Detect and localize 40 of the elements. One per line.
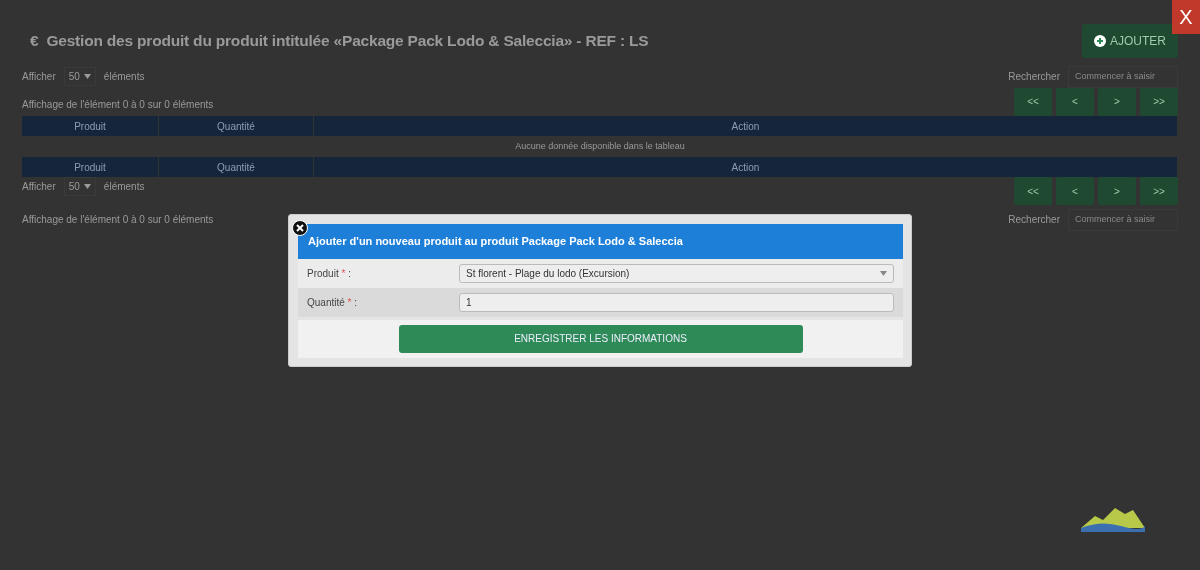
- pagination-button[interactable]: <<: [1014, 87, 1052, 116]
- column-header[interactable]: Produit: [22, 115, 159, 136]
- close-icon[interactable]: [292, 220, 308, 236]
- pagination-button[interactable]: >>: [1140, 87, 1178, 116]
- page-title: Gestion des produit du produit intitulée «Package Pack Lodo & Saleccia» - REF : LS: [46, 31, 649, 52]
- column-header[interactable]: Quantité: [159, 157, 314, 177]
- mountain-logo-icon: [1081, 506, 1145, 532]
- length-label: Afficher: [22, 180, 56, 194]
- save-button[interactable]: ENREGISTRER LES INFORMATIONS: [398, 324, 803, 353]
- pagination-button[interactable]: <: [1056, 177, 1094, 205]
- field-label: Quantité * :: [307, 295, 359, 310]
- modal-title: Ajouter d'un nouveau produit au produit Package Pack Lodo & Saleccia: [298, 224, 903, 259]
- page-length-select[interactable]: 50: [63, 177, 96, 196]
- length-label: Afficher: [22, 70, 56, 85]
- pagination-button[interactable]: >: [1098, 87, 1136, 116]
- euro-icon: €: [30, 29, 39, 53]
- search-field[interactable]: Commencer à saisir: [1068, 209, 1178, 231]
- quantity-input[interactable]: 1: [459, 292, 894, 312]
- field-label: Produit * :: [307, 266, 352, 281]
- product-select[interactable]: St florent - Plage du lodo (Excursion): [459, 263, 894, 283]
- caret-icon: [83, 74, 91, 80]
- pagination-button[interactable]: <: [1056, 87, 1094, 116]
- search-label: Rechercher: [1008, 70, 1060, 85]
- table-info: Affichage de l'élément 0 à 0 sur 0 éléments: [22, 97, 214, 112]
- search-field[interactable]: Commencer à saisir: [1068, 66, 1178, 88]
- caret-icon: [83, 184, 91, 189]
- close-button[interactable]: X: [1172, 0, 1200, 34]
- caret-icon: [880, 270, 887, 276]
- pagination-button[interactable]: >>: [1140, 177, 1178, 205]
- page-length-select[interactable]: 50: [63, 67, 96, 87]
- length-label: éléments: [103, 70, 145, 85]
- table-info: Affichage de l'élément 0 à 0 sur 0 éléments: [22, 213, 214, 228]
- column-header[interactable]: Quantité: [159, 115, 314, 136]
- search-label: Rechercher: [1008, 213, 1060, 228]
- add-button[interactable]: AJOUTER: [1082, 24, 1178, 58]
- plus-circle-icon: [1094, 35, 1106, 47]
- pagination-button[interactable]: >: [1098, 177, 1136, 205]
- pagination-button[interactable]: <<: [1014, 177, 1052, 205]
- column-header[interactable]: Action: [314, 115, 1178, 136]
- length-label: éléments: [103, 180, 145, 194]
